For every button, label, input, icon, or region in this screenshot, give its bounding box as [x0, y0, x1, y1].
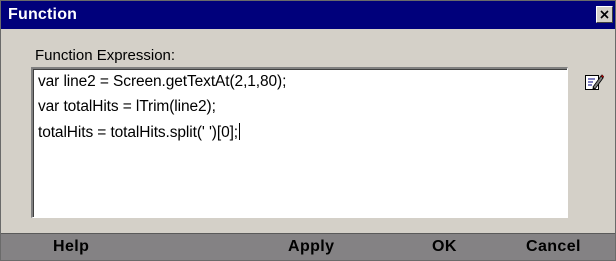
dialog-body: Function Expression: var line2 = Screen.… [1, 29, 615, 233]
edit-expression-icon[interactable] [584, 72, 604, 92]
close-icon [600, 10, 609, 19]
expression-line: totalHits = totalHits.split(' ')[0]; [38, 123, 241, 142]
ok-button[interactable]: OK [432, 234, 457, 260]
text-caret [239, 123, 241, 140]
function-expression-label: Function Expression: [35, 47, 176, 64]
expression-line: var totalHits = lTrim(line2); [38, 98, 216, 115]
apply-button[interactable]: Apply [288, 234, 334, 260]
expression-line-text: totalHits = totalHits.split(' ')[0]; [38, 124, 239, 141]
expression-line: var line2 = Screen.getTextAt(2,1,80); [38, 73, 287, 90]
close-button[interactable] [596, 6, 613, 23]
cancel-button[interactable]: Cancel [526, 234, 581, 260]
help-button[interactable]: Help [53, 234, 89, 260]
dialog-title: Function [8, 6, 78, 23]
title-bar[interactable]: Function [1, 1, 615, 29]
function-dialog: Function Function Expression: var line2 … [0, 0, 616, 261]
function-expression-textarea[interactable]: var line2 = Screen.getTextAt(2,1,80); va… [31, 67, 568, 218]
button-bar: Help Apply OK Cancel [1, 233, 615, 260]
